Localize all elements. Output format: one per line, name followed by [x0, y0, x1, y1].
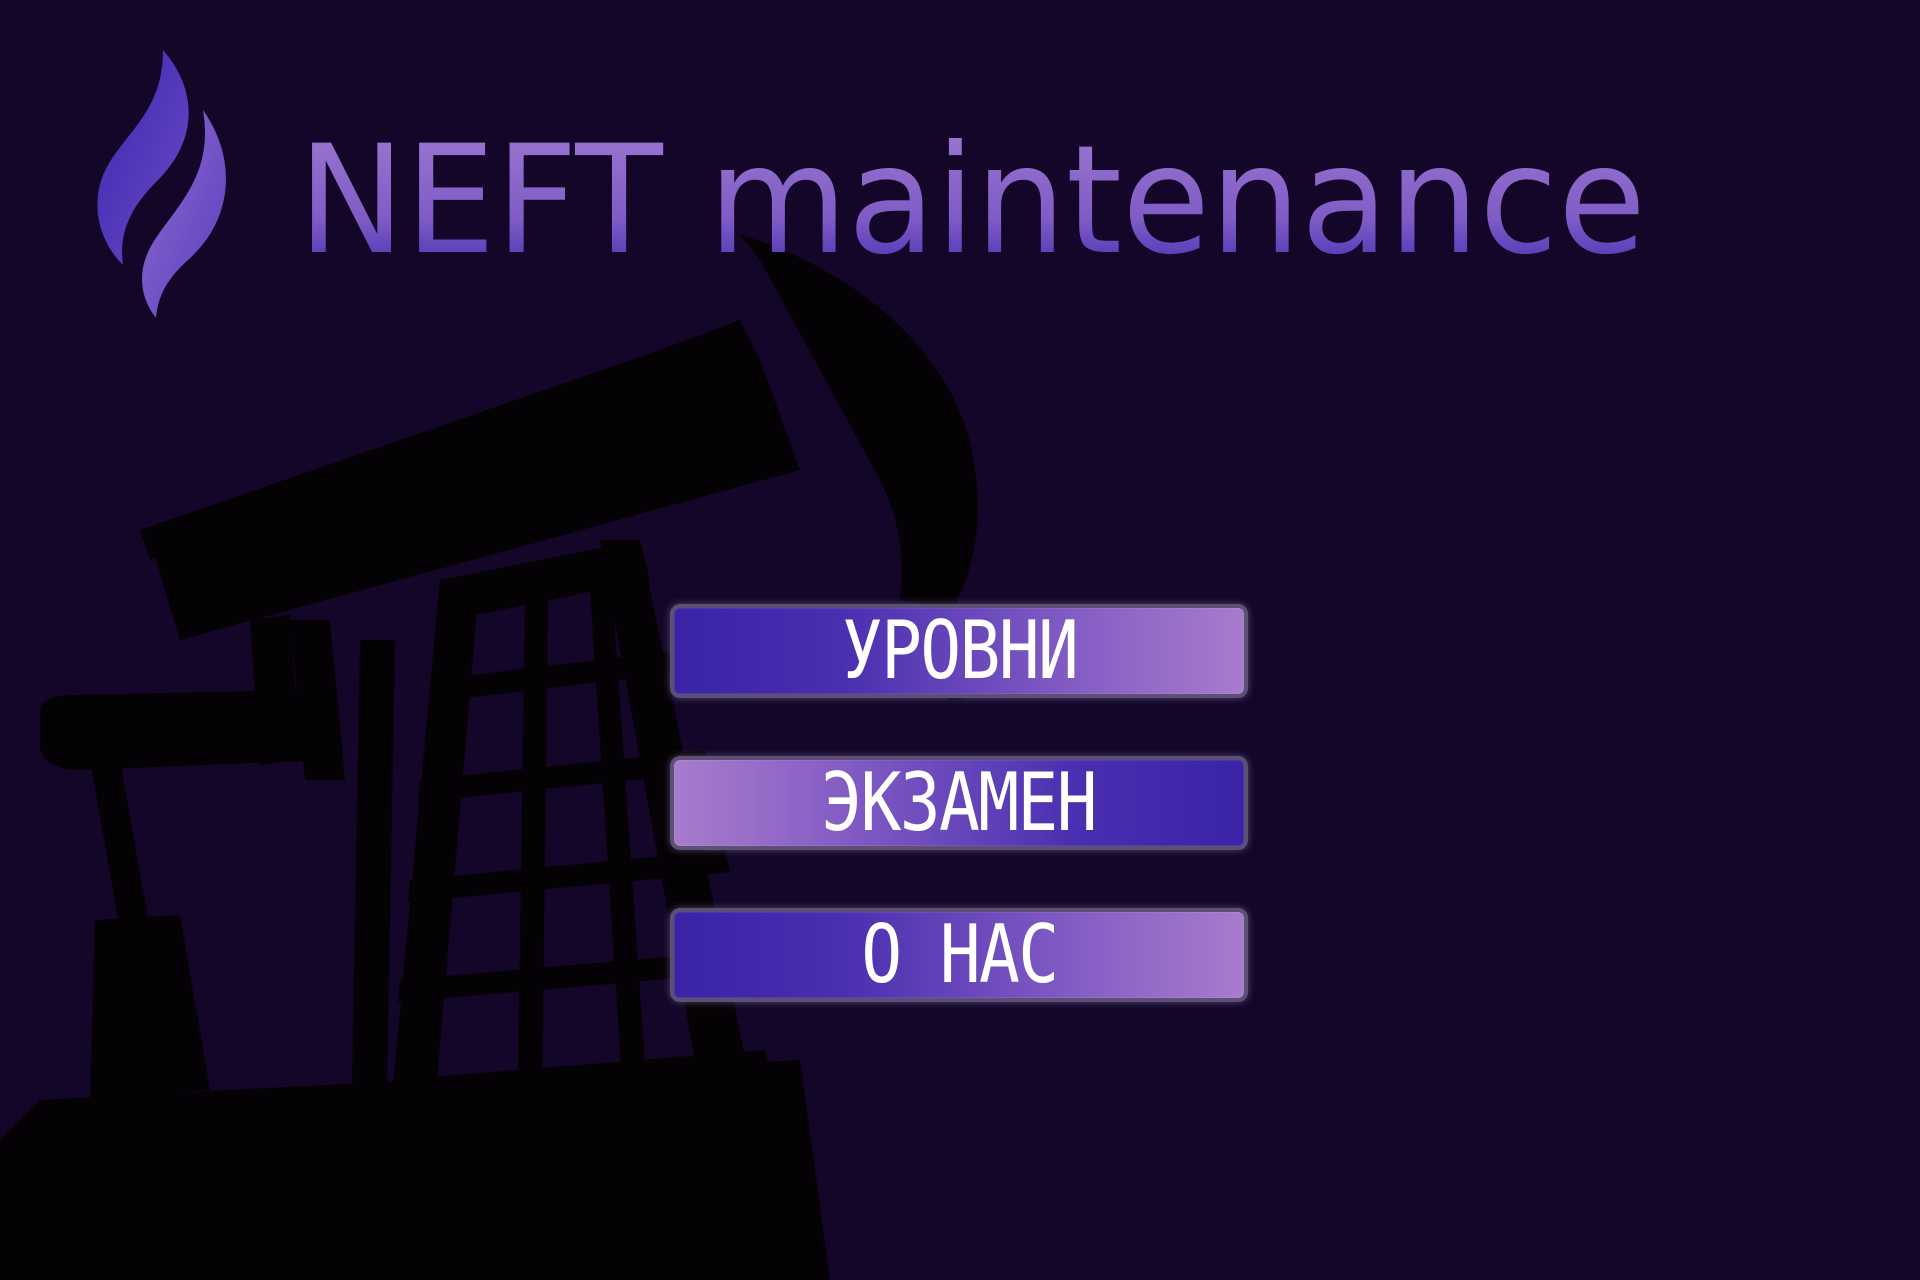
exam-button-label: ЭКЗАМЕН: [821, 756, 1098, 849]
about-us-button[interactable]: О НАС: [670, 908, 1248, 1002]
levels-button[interactable]: УРОВНИ: [670, 604, 1248, 698]
exam-button[interactable]: ЭКЗАМЕН: [670, 756, 1248, 850]
levels-button-label: УРОВНИ: [841, 604, 1078, 697]
flame-icon: [97, 50, 226, 318]
app-title-text: NEFT maintenance: [298, 114, 1646, 282]
about-us-button-label: О НАС: [860, 908, 1059, 1001]
app-title: NEFT maintenance: [298, 114, 1646, 282]
main-menu-screen: NEFT maintenance УРОВНИ ЭКЗАМЕН О НАС: [0, 0, 1920, 1280]
